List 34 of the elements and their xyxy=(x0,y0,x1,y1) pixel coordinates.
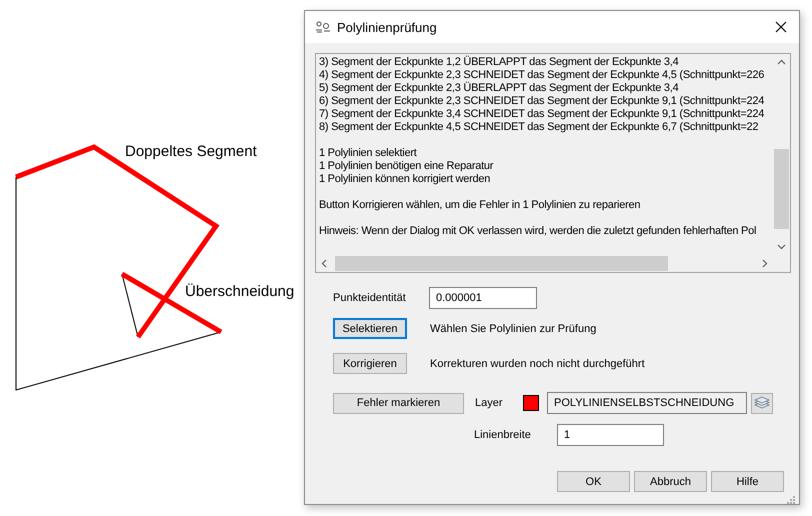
field-label: Linienbreite xyxy=(474,429,532,441)
layer-color-swatch[interactable] xyxy=(523,395,539,411)
annotation-label: Doppeltes Segment xyxy=(125,143,257,160)
window-title: Polylinienprüfung xyxy=(337,20,438,34)
dialog-button[interactable]: Hilfe xyxy=(711,471,784,492)
line-width-field[interactable]: 1 xyxy=(557,424,664,446)
resize-grip-icon[interactable] xyxy=(787,496,795,504)
layers-icon[interactable] xyxy=(754,396,770,410)
report-line: 3) Segment der Eckpunkte 1,2 ÜBERLAPPT das Segment der Eckpunkte 3,4 xyxy=(319,56,680,69)
field-label: Punkteidentität xyxy=(333,292,407,304)
report-line: 7) Segment der Eckpunkte 3,4 SCHNEIDET das Segment der Eckpunkte 9,1 (Schnittpunkt=224 xyxy=(319,108,766,121)
report-line: 1 Polylinien können korrigiert werden xyxy=(319,173,492,186)
layers-button[interactable] xyxy=(751,392,773,414)
tolerance-field[interactable]: 0.000001 xyxy=(429,287,537,309)
report-line: 1 Polylinien selektiert xyxy=(319,147,418,160)
layer-field[interactable]: POLYLINIENSELBSTSCHNEIDUNG xyxy=(547,392,747,414)
annotation-label: Überschneidung xyxy=(185,283,294,300)
report-line: 5) Segment der Eckpunkte 2,3 ÜBERLAPPT das Segment der Eckpunkte 3,4 xyxy=(319,82,680,95)
dialog-button[interactable]: Abbruch xyxy=(634,471,707,492)
close-icon[interactable] xyxy=(775,21,787,33)
report-line: 8) Segment der Eckpunkte 4,5 SCHNEIDET das Segment der Eckpunkte 6,7 (Schnittpunkt=22 xyxy=(319,121,760,134)
field-label: Layer xyxy=(475,397,504,409)
report-line: 4) Segment der Eckpunkte 2,3 SCHNEIDET das Segment der Eckpunkte 4,5 (Schnittpunkt=226 xyxy=(319,69,766,82)
action-button[interactable]: Selektieren xyxy=(333,318,407,339)
report-line: Hinweis: Wenn der Dialog mit OK verlassen wird, werden die zuletzt gefunden fehlerhaften Pol xyxy=(319,225,758,238)
action-button[interactable]: Korrigieren xyxy=(333,353,407,374)
status-text: Korrekturen wurden noch nicht durchgeführt xyxy=(430,358,645,370)
report-line: 1 Polylinien benötigen eine Reparatur xyxy=(319,160,494,173)
report-line: Button Korrigieren wählen, um die Fehler in 1 Polylinien zu reparieren xyxy=(319,199,642,212)
report-line: 6) Segment der Eckpunkte 2,3 SCHNEIDET das Segment der Eckpunkte 9,1 (Schnittpunkt=224 xyxy=(319,95,766,108)
dialog-button[interactable]: OK xyxy=(557,471,630,492)
status-text: Wählen Sie Polylinien zur Prüfung xyxy=(430,322,596,334)
mark-errors-button[interactable]: Fehler markieren xyxy=(333,392,464,414)
tool-icon xyxy=(315,21,331,33)
